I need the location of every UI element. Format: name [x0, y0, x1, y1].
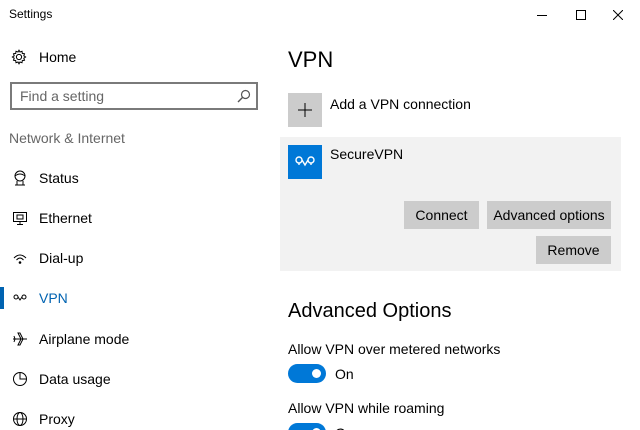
vpn-connection-card[interactable]: SecureVPN Connect Advanced options Remov… [280, 137, 621, 271]
metered-networks-toggle[interactable] [288, 364, 326, 383]
minimize-icon [537, 15, 547, 16]
vpn-connection-tile [288, 145, 322, 179]
close-icon [613, 10, 623, 20]
roaming-label: Allow VPN while roaming [288, 400, 445, 416]
sidebar-item-proxy[interactable]: Proxy [0, 402, 270, 430]
sidebar-item-data-usage[interactable]: Data usage [0, 362, 270, 396]
metered-networks-state: On [335, 366, 354, 382]
sidebar-item-ethernet[interactable]: Ethernet [0, 201, 270, 235]
home-nav-item[interactable]: Home [0, 42, 270, 72]
add-tile [288, 93, 322, 127]
globe-icon [13, 412, 27, 426]
remove-button[interactable]: Remove [536, 236, 611, 264]
sidebar: Home Network & Internet Status Ethernet [0, 30, 270, 430]
sidebar-item-airplane[interactable]: Airplane mode [0, 322, 270, 356]
add-vpn-connection-button[interactable]: Add a VPN connection [288, 93, 628, 127]
connect-button[interactable]: Connect [404, 201, 479, 229]
advanced-options-button[interactable]: Advanced options [487, 201, 611, 229]
close-button[interactable] [595, 0, 640, 30]
gear-icon [11, 49, 27, 65]
title-bar: Settings [0, 0, 640, 30]
add-vpn-label: Add a VPN connection [330, 96, 471, 112]
sidebar-item-label: Status [39, 170, 79, 186]
advanced-options-heading: Advanced Options [288, 300, 452, 322]
sidebar-item-vpn[interactable]: VPN [0, 281, 270, 315]
vpn-connection-name: SecureVPN [330, 146, 404, 162]
sidebar-item-label: Dial-up [39, 250, 84, 266]
sidebar-item-label: Ethernet [39, 210, 92, 226]
search-icon[interactable] [237, 89, 251, 103]
ethernet-icon [13, 212, 27, 225]
plus-icon [298, 103, 312, 117]
page-title: VPN [288, 47, 334, 72]
roaming-state: On [335, 425, 354, 430]
search-input[interactable] [20, 87, 235, 105]
metered-networks-label: Allow VPN over metered networks [288, 341, 501, 357]
window-title: Settings [9, 7, 53, 21]
home-label: Home [39, 49, 77, 65]
sidebar-item-dialup[interactable]: Dial-up [0, 241, 270, 275]
vpn-icon [13, 294, 27, 301]
vpn-icon [295, 156, 315, 167]
sidebar-item-label: VPN [39, 290, 68, 306]
search-box[interactable] [10, 82, 258, 110]
active-indicator [0, 287, 4, 309]
maximize-icon [576, 10, 586, 20]
sidebar-item-label: Airplane mode [39, 331, 130, 347]
data-usage-icon [13, 372, 27, 386]
sidebar-item-status[interactable]: Status [0, 161, 270, 195]
sidebar-item-label: Proxy [39, 411, 75, 427]
dialup-icon [13, 254, 27, 264]
sidebar-item-label: Data usage [39, 371, 111, 387]
section-heading: Network & Internet [9, 130, 125, 146]
roaming-toggle[interactable] [288, 423, 326, 430]
status-icon [14, 170, 26, 186]
airplane-icon [13, 332, 27, 346]
toggle-knob [312, 369, 321, 378]
